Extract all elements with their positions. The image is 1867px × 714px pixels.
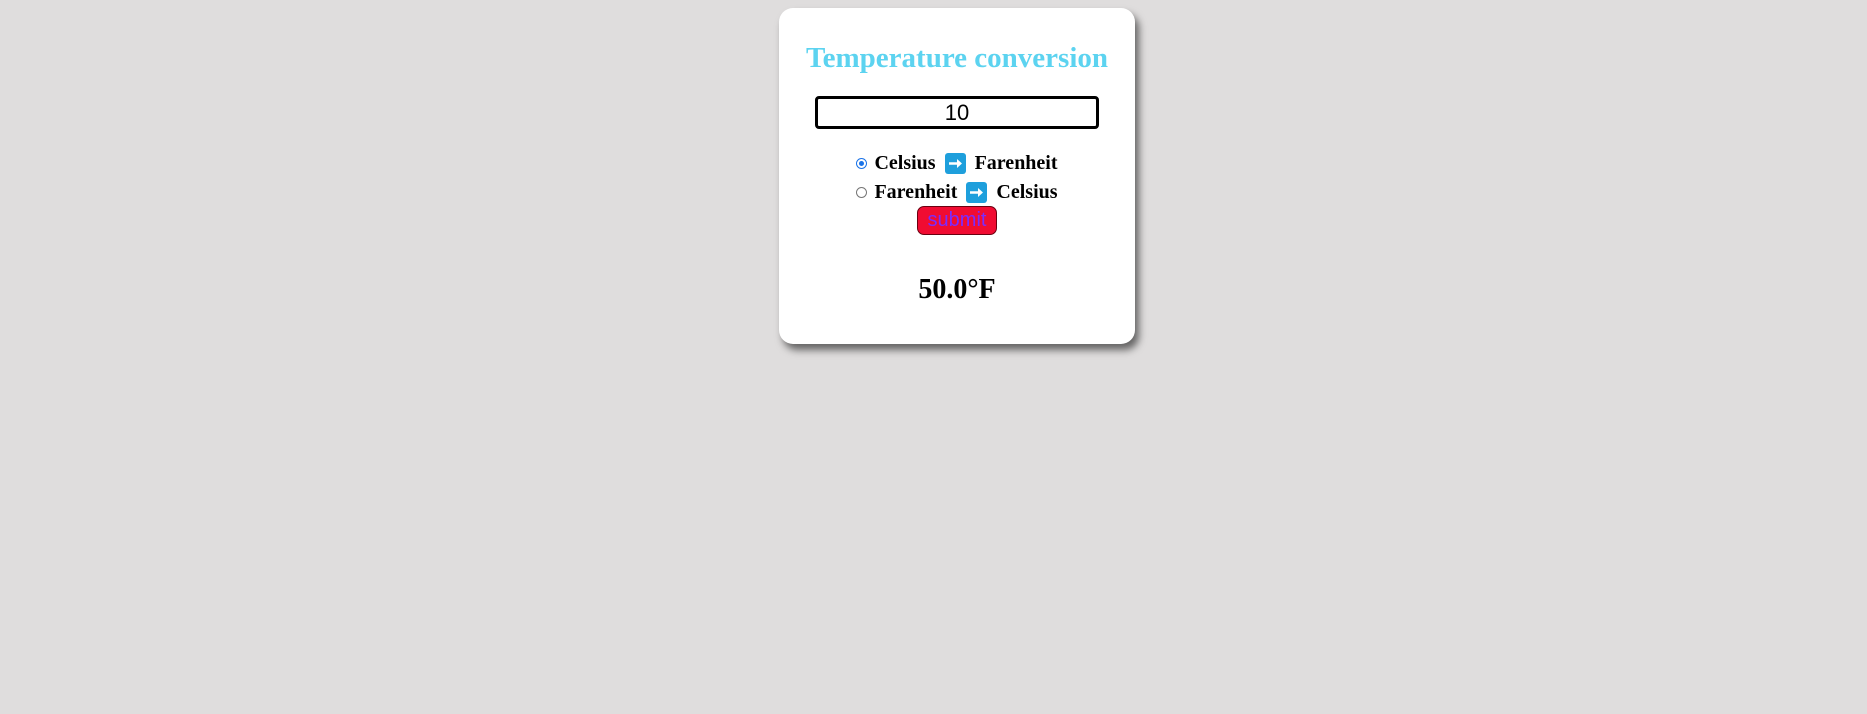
converter-card: Temperature conversion Celsius Farenheit…	[779, 8, 1135, 344]
option-from-label: Celsius	[874, 151, 936, 174]
option-to-label: Celsius	[996, 180, 1058, 203]
option-from-label: Farenheit	[874, 180, 958, 203]
conversion-result: 50.0°F	[918, 274, 996, 305]
page-title: Temperature conversion	[805, 42, 1109, 74]
right-arrow-icon	[944, 152, 966, 174]
radio-celsius-to-farenheit[interactable]	[856, 157, 868, 169]
submit-button[interactable]: submit	[917, 206, 997, 235]
right-arrow-icon	[966, 181, 988, 203]
radio-farenheit-to-celsius[interactable]	[856, 186, 868, 198]
option-farenheit-to-celsius[interactable]: Farenheit Celsius	[779, 179, 1135, 205]
option-to-label: Farenheit	[974, 151, 1058, 174]
temperature-input[interactable]	[815, 96, 1099, 129]
option-celsius-to-farenheit[interactable]: Celsius Farenheit	[779, 150, 1135, 176]
